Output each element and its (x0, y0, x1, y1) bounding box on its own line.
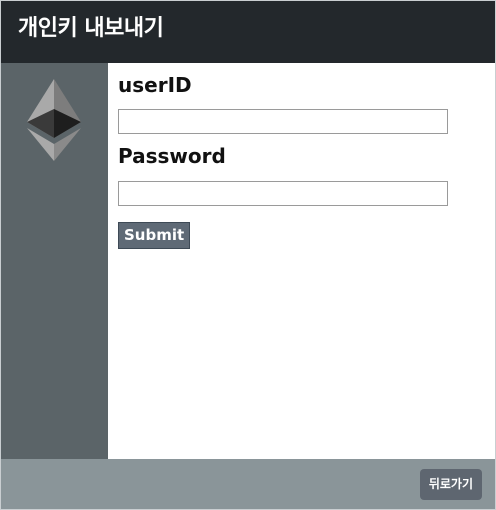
header-bar: 개인키 내보내기 (1, 1, 495, 63)
submit-button[interactable]: Submit (118, 222, 191, 249)
login-form: userID Password Submit (108, 63, 495, 459)
page-title: 개인키 내보내기 (18, 16, 164, 41)
export-private-key-window: 개인키 내보내기 userID Password Submit 뒤로가기 (0, 0, 496, 510)
password-input[interactable] (118, 181, 448, 206)
password-label: Password (118, 144, 226, 168)
sidebar (1, 63, 108, 459)
footer-bar: 뒤로가기 (1, 459, 495, 509)
ethereum-logo-icon (27, 79, 81, 161)
userid-input[interactable] (118, 109, 448, 134)
userid-label: userID (118, 73, 192, 97)
back-button[interactable]: 뒤로가기 (419, 469, 482, 500)
